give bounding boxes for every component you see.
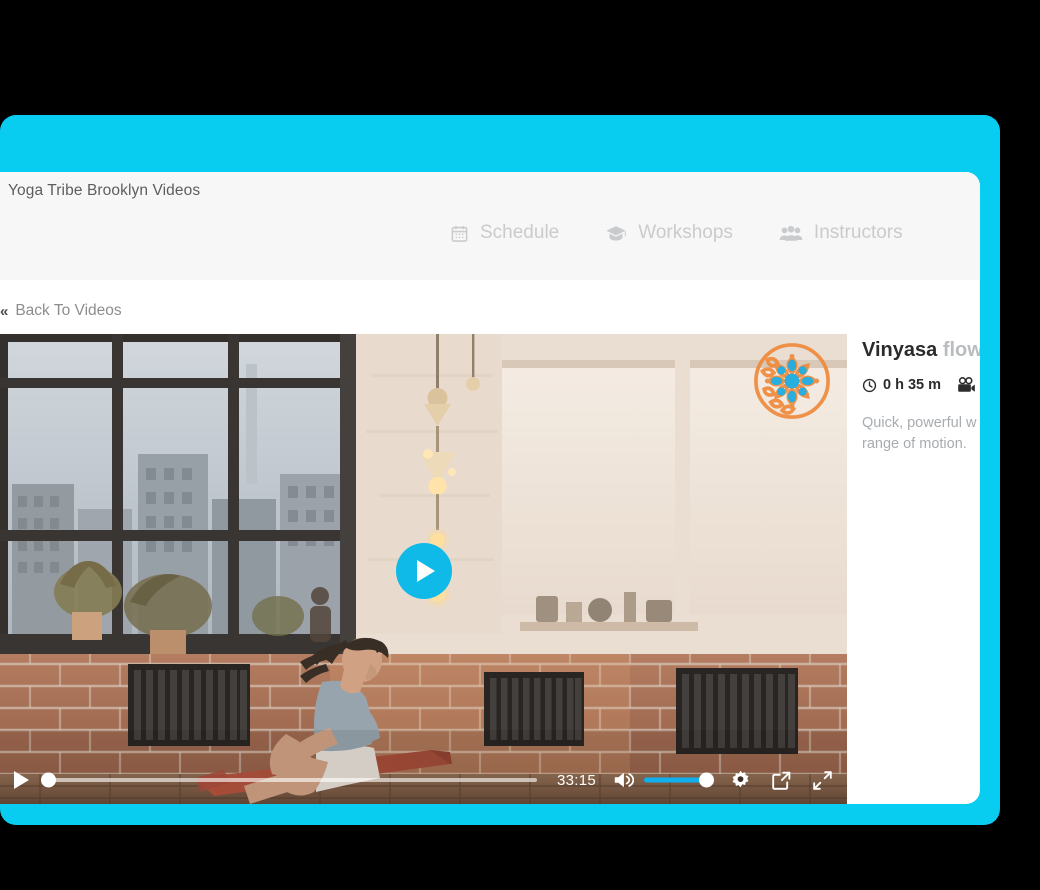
video-description-line: range of motion.: [862, 436, 967, 453]
play-button[interactable]: [14, 771, 29, 789]
nav-item-label: Workshops: [638, 222, 733, 243]
video-duration: 0 h 35 m: [862, 377, 941, 393]
nav-item-instructors[interactable]: Instructors: [779, 222, 903, 244]
calendar-icon: [450, 224, 469, 243]
back-to-videos-link[interactable]: « Back To Videos: [0, 302, 122, 320]
nav-item-schedule[interactable]: Schedule: [450, 222, 559, 244]
screenshot-stage: Yoga Tribe Brooklyn Videos Schedule Work…: [0, 0, 1040, 890]
video-description-line: Quick, powerful w: [862, 415, 977, 431]
people-group-icon: [779, 224, 803, 243]
graduation-cap-icon: [605, 224, 627, 243]
play-icon: [417, 559, 435, 582]
player-controls: 33:15: [0, 753, 847, 804]
content-row: 33:15 Vinyasa flow 0 h 35 m Quick, power…: [0, 334, 980, 804]
expand-icon[interactable]: [812, 770, 833, 791]
video-description: Quick, powerful w range of motion.: [862, 413, 980, 455]
app-header: Yoga Tribe Brooklyn Videos Schedule Work…: [0, 172, 980, 280]
seek-track: [43, 778, 537, 782]
video-player[interactable]: 33:15: [0, 334, 847, 804]
video-duration-label: 0 h 35 m: [883, 377, 942, 393]
video-info-panel: Vinyasa flow 0 h 35 m Quick, powerful w …: [862, 334, 980, 804]
volume-slider[interactable]: [644, 771, 714, 789]
nav-item-workshops[interactable]: Workshops: [605, 222, 733, 244]
volume-handle[interactable]: [699, 772, 714, 788]
video-meta-row: 0 h 35 m: [862, 377, 980, 393]
picture-in-picture-icon[interactable]: [771, 770, 792, 791]
main-navigation: Schedule Workshops Instructors: [450, 222, 903, 244]
video-title-light: flow: [942, 339, 980, 361]
video-camera-meta: [957, 377, 976, 393]
double-chevron-left-icon: «: [0, 302, 9, 320]
video-title: Vinyasa flow: [862, 338, 980, 363]
app-card: Yoga Tribe Brooklyn Videos Schedule Work…: [0, 172, 980, 804]
gear-icon[interactable]: [730, 770, 751, 791]
page-title: Yoga Tribe Brooklyn Videos: [8, 182, 201, 199]
time-remaining-label: 33:15: [556, 771, 596, 789]
volume-on-icon[interactable]: [612, 770, 634, 790]
nav-item-label: Instructors: [813, 222, 903, 243]
back-link-label: Back To Videos: [15, 302, 122, 319]
video-camera-icon: [957, 377, 976, 393]
video-title-strong: Vinyasa: [862, 339, 938, 361]
nav-item-label: Schedule: [480, 222, 560, 243]
clock-icon: [862, 378, 877, 393]
mandala-logo-icon: [754, 343, 830, 419]
play-overlay-button[interactable]: [395, 542, 452, 599]
seek-handle[interactable]: [41, 772, 56, 788]
seek-bar[interactable]: [41, 771, 537, 789]
